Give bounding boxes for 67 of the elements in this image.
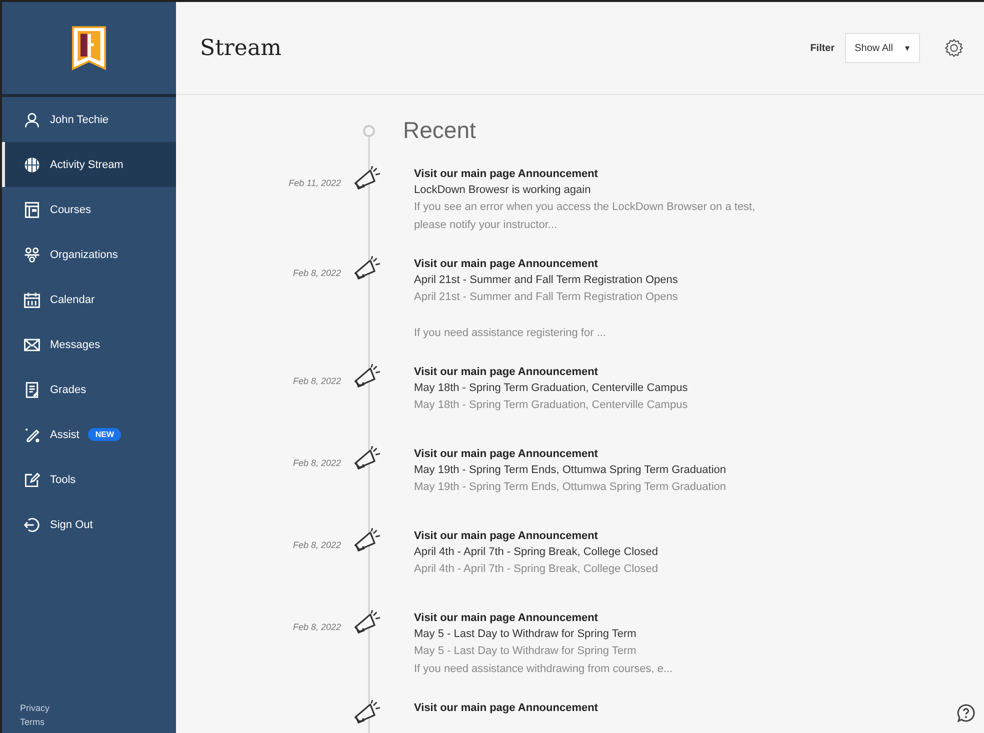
- announcement-text: If you see an error when you access the LockDown Browser on a test,: [414, 200, 756, 215]
- announcement-text: April 21st - Summer and Fall Term Registration Opens: [414, 290, 678, 305]
- pencil-icon: [23, 426, 41, 444]
- globe-icon: [23, 156, 41, 174]
- announcement-subject: May 19th - Spring Term Ends, Ottumwa Spring Term Graduation: [414, 463, 726, 478]
- book-icon: [23, 200, 41, 218]
- nav-label: John Techie: [50, 114, 109, 126]
- announcement-subject: May 5 - Last Day to Withdraw for Spring Term: [414, 627, 638, 642]
- announcement-subject: April 4th - April 7th - Spring Break, College Closed: [414, 545, 658, 560]
- nav-item[interactable]: Organizations: [2, 232, 176, 277]
- edit-icon: [23, 470, 41, 488]
- footer-link[interactable]: Terms: [20, 717, 176, 727]
- nav-label: Assist: [50, 428, 80, 440]
- new-badge: NEW: [88, 428, 122, 441]
- nav-item[interactable]: Activity Stream: [2, 142, 176, 187]
- page-title: Stream: [200, 36, 282, 60]
- announcement-title[interactable]: Visit our main page Announcement: [414, 446, 726, 462]
- help-icon[interactable]: [956, 703, 976, 723]
- filter-label: Filter: [810, 42, 835, 54]
- entry-date: Feb 8, 2022: [292, 540, 341, 550]
- nav-label: Courses: [50, 204, 91, 216]
- announcement-subject: LockDown Browesr is working again: [414, 183, 592, 198]
- nav-item[interactable]: Grades: [2, 367, 176, 412]
- nav-label: Grades: [50, 384, 86, 396]
- nav-label: Activity Stream: [50, 158, 124, 170]
- announcement-text: If you need assistance withdrawing from courses, e...: [414, 662, 673, 677]
- announcement-title[interactable]: Visit our main page Announcement: [414, 700, 598, 716]
- nav-label: Organizations: [50, 248, 118, 260]
- announcement-title[interactable]: Visit our main page Announcement: [414, 528, 658, 544]
- section-heading: Recent: [403, 117, 476, 144]
- document-icon: [23, 380, 41, 398]
- announcement-text: please notify your instructor...: [414, 218, 558, 233]
- entry-date: Feb 8, 2022: [292, 622, 341, 632]
- nav-item[interactable]: Assist NEW: [2, 412, 176, 457]
- entry-date: Feb 8, 2022: [292, 458, 341, 468]
- filter-dropdown[interactable]: Show All ▾: [844, 33, 920, 63]
- settings-icon[interactable]: [944, 38, 964, 58]
- nav-label: Tools: [50, 474, 76, 486]
- announcement-title[interactable]: Visit our main page Announcement: [414, 256, 678, 272]
- nav-label: Calendar: [50, 294, 95, 306]
- nav-item[interactable]: John Techie: [2, 97, 176, 142]
- announcement-text: May 18th - Spring Term Graduation, Centerville Campus: [414, 398, 688, 413]
- nav-label: Sign Out: [50, 518, 93, 530]
- announcement-title[interactable]: Visit our main page Announcement: [414, 364, 688, 380]
- nav-item[interactable]: Tools: [2, 457, 176, 502]
- people-icon: [23, 246, 41, 264]
- announcement-subject: May 18th - Spring Term Graduation, Centerville Campus: [414, 381, 688, 396]
- announcement-text: If you need assistance registering for ...: [414, 326, 607, 341]
- entry-date: Feb 8, 2022: [292, 376, 341, 386]
- entry-date: Feb 8, 2022: [292, 268, 341, 278]
- announcement-text: May 19th - Spring Term Ends, Ottumwa Spring Term Graduation: [414, 480, 726, 495]
- announcement-title[interactable]: Visit our main page Announcement: [414, 166, 756, 182]
- announcement-title[interactable]: Visit our main page Announcement: [414, 610, 673, 626]
- nav-item[interactable]: Sign Out: [2, 502, 176, 547]
- person-icon: [23, 110, 41, 128]
- nav-item[interactable]: Courses: [2, 187, 176, 232]
- calendar-icon: [23, 290, 41, 308]
- announcement-subject: April 21st - Summer and Fall Term Registration Opens: [414, 273, 678, 288]
- announcement-text: April 4th - April 7th - Spring Break, College Closed: [414, 562, 658, 577]
- announcement-text: May 5 - Last Day to Withdraw for Spring Term: [414, 644, 638, 659]
- nav-item[interactable]: Messages: [2, 322, 176, 367]
- nav-label: Messages: [50, 338, 100, 350]
- entry-date: Feb 11, 2022: [288, 178, 341, 188]
- nav-item[interactable]: Calendar: [2, 277, 176, 322]
- timeline-node: [363, 124, 375, 136]
- sign-out-icon: [23, 516, 41, 534]
- footer-link[interactable]: Privacy: [20, 703, 176, 713]
